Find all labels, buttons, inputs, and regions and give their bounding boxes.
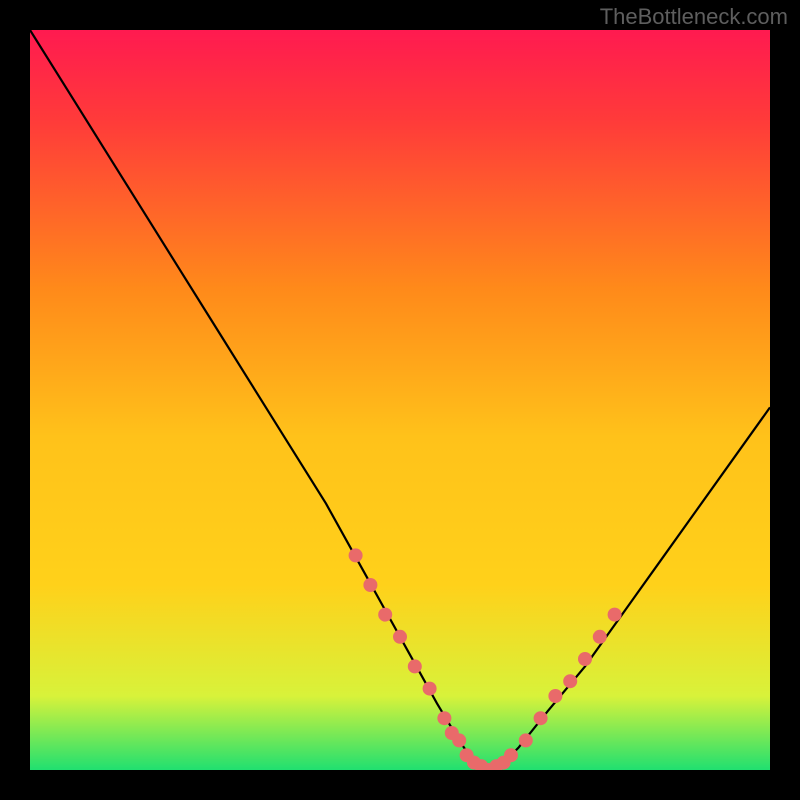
gradient-background bbox=[30, 30, 770, 770]
marker-dot bbox=[408, 659, 422, 673]
marker-dot bbox=[519, 733, 533, 747]
marker-dot bbox=[423, 682, 437, 696]
marker-dot bbox=[437, 711, 451, 725]
marker-dot bbox=[378, 608, 392, 622]
marker-dot bbox=[608, 608, 622, 622]
chart-frame: TheBottleneck.com bbox=[0, 0, 800, 800]
marker-dot bbox=[504, 748, 518, 762]
marker-dot bbox=[349, 548, 363, 562]
marker-dot bbox=[578, 652, 592, 666]
marker-dot bbox=[548, 689, 562, 703]
marker-dot bbox=[452, 733, 466, 747]
marker-dot bbox=[534, 711, 548, 725]
marker-dot bbox=[363, 578, 377, 592]
marker-dot bbox=[563, 674, 577, 688]
marker-dot bbox=[393, 630, 407, 644]
watermark-text: TheBottleneck.com bbox=[600, 4, 788, 30]
bottleneck-chart bbox=[30, 30, 770, 770]
marker-dot bbox=[593, 630, 607, 644]
chart-svg bbox=[30, 30, 770, 770]
